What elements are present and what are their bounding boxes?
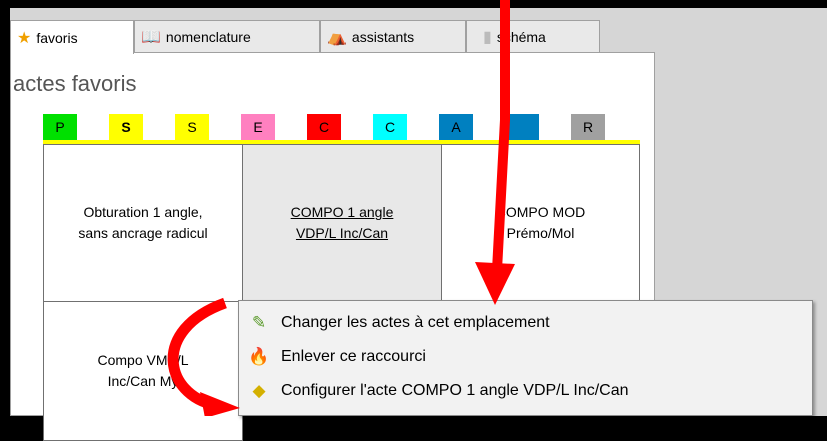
tab-label: assistants [351, 28, 415, 45]
fire-icon: 🔥 [248, 347, 270, 366]
chip-s-selected[interactable]: S [109, 114, 143, 140]
book-icon: 📖 [141, 28, 161, 46]
menu-item-change-acts[interactable]: ✎ Changer les actes à cet emplacement [239, 308, 812, 338]
tab-label: schéma [496, 28, 546, 45]
favorite-cell[interactable]: COMPO MOD Prémo/Mol [441, 144, 640, 302]
tab-schema[interactable]: ▮ schéma [466, 20, 600, 52]
tab-assistants[interactable]: ⛺ assistants [320, 20, 466, 52]
star-icon: ★ [17, 29, 32, 47]
panel-title: actes favoris [13, 71, 137, 96]
wizard-icon: ⛺ [327, 28, 347, 46]
context-menu: ✎ Changer les actes à cet emplacement 🔥 … [238, 300, 813, 416]
favorite-cell[interactable]: Obturation 1 angle, sans ancrage radicul [43, 144, 243, 302]
menu-item-remove-shortcut[interactable]: 🔥 Enlever ce raccourci [239, 342, 812, 372]
tab-favoris[interactable]: ★ favoris [10, 20, 134, 54]
cell-label: COMPO 1 angle VDP/L Inc/Can [290, 204, 394, 241]
chip-c-red[interactable]: C [307, 114, 341, 140]
pencil-icon: ✎ [251, 313, 267, 332]
menu-item-label: Configurer l'acte COMPO 1 angle VDP/L In… [281, 382, 629, 399]
cell-label: Obturation 1 angle, sans ancrage radicul [78, 204, 208, 241]
chip-c-cyan[interactable]: C [373, 114, 407, 140]
tab-label: nomenclature [165, 28, 251, 45]
chip-r[interactable]: R [571, 114, 605, 140]
chip-blank[interactable] [505, 114, 539, 140]
cell-label: Compo VMP/L Inc/Can My [97, 352, 189, 389]
chip-a[interactable]: A [439, 114, 473, 140]
tab-nomenclature[interactable]: 📖 nomenclature [134, 20, 320, 52]
chip-p[interactable]: P [43, 114, 77, 140]
tooth-icon: ▮ [483, 28, 492, 46]
menu-item-label: Changer les actes à cet emplacement [281, 314, 550, 331]
menu-item-configure-act[interactable]: ◆ Configurer l'acte COMPO 1 angle VDP/L … [239, 376, 812, 406]
favorite-cell[interactable]: Compo VMP/L Inc/Can My [43, 301, 243, 441]
chip-s[interactable]: S [175, 114, 209, 140]
eraser-icon: ◆ [252, 381, 266, 400]
menu-item-label: Enlever ce raccourci [281, 348, 426, 365]
tab-label: favoris [36, 29, 78, 46]
favorite-cell-selected[interactable]: COMPO 1 angle VDP/L Inc/Can [242, 144, 442, 302]
cell-label: COMPO MOD Prémo/Mol [495, 204, 586, 241]
chip-e[interactable]: E [241, 114, 275, 140]
tab-bar: ★ favoris 📖 nomenclature ⛺ assistants ▮ … [10, 20, 600, 54]
